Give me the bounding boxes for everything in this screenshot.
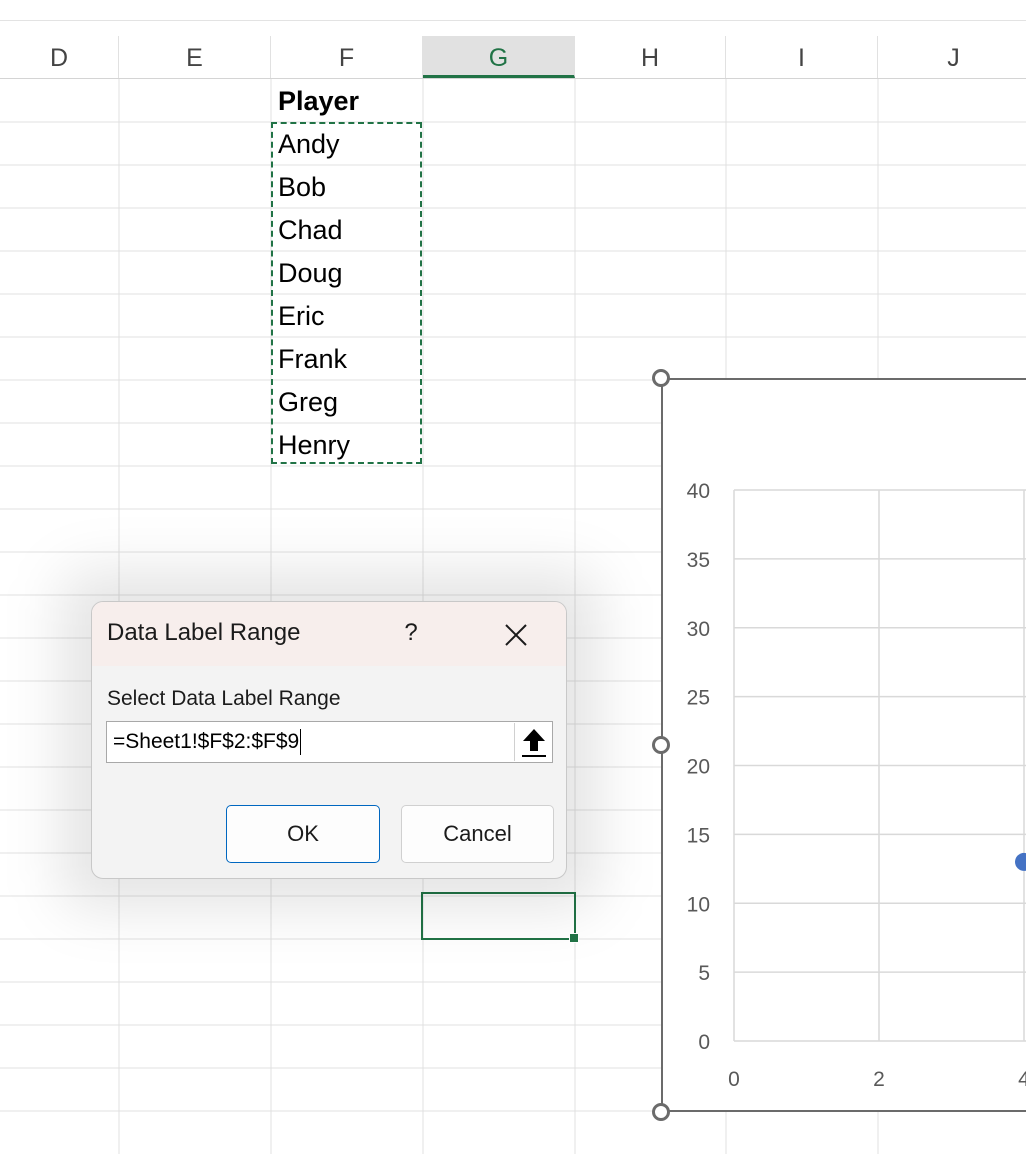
y-tick-label: 25 (687, 687, 710, 710)
y-tick-label: 20 (687, 756, 710, 779)
x-tick-label: 4 (1018, 1068, 1026, 1091)
y-tick-label: 0 (698, 1031, 710, 1054)
ok-button[interactable]: OK (226, 805, 380, 863)
text-caret (300, 729, 302, 756)
chart-resize-handle[interactable] (652, 736, 670, 754)
y-tick-label: 15 (687, 824, 710, 847)
close-icon (505, 624, 527, 646)
range-input-value: =Sheet1!$F$2:$F$9 (113, 730, 300, 753)
data-point[interactable] (1015, 852, 1026, 871)
x-tick-label: 2 (873, 1068, 885, 1091)
y-tick-label: 35 (687, 549, 710, 572)
chart-resize-handle[interactable] (652, 369, 670, 387)
arrow-up-icon (522, 729, 546, 757)
collapse-dialog-button[interactable] (514, 723, 552, 761)
y-tick-label: 5 (698, 962, 710, 985)
range-input[interactable]: =Sheet1!$F$2:$F$9 (106, 721, 553, 763)
data-label-range-dialog: Data Label Range ? Select Data Label Ran… (91, 601, 567, 879)
y-tick-label: 40 (687, 480, 710, 503)
y-tick-label: 30 (687, 618, 710, 641)
x-tick-label: 0 (728, 1068, 740, 1091)
field-label: Select Data Label Range (107, 687, 341, 710)
chart-resize-handle[interactable] (652, 1103, 670, 1121)
dialog-titlebar[interactable]: Data Label Range ? (92, 602, 566, 666)
y-tick-label: 10 (687, 893, 710, 916)
close-button[interactable] (497, 616, 535, 654)
cancel-button[interactable]: Cancel (401, 805, 554, 863)
dialog-title: Data Label Range (107, 619, 301, 646)
help-button[interactable]: ? (398, 616, 424, 650)
